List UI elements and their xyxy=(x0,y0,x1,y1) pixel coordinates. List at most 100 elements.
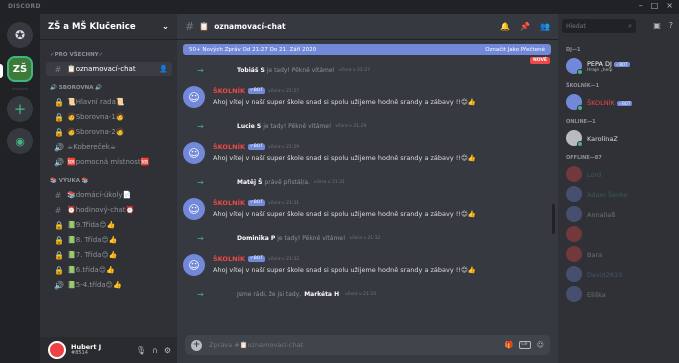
bot-avatar-icon[interactable]: ☺ xyxy=(183,86,205,108)
maximize-icon[interactable]: □ xyxy=(651,1,659,10)
message: ☺ ŠKOLNÍK ✓BOT včera v 21:32 Ahoj vítej v na… xyxy=(177,250,558,282)
channel-item[interactable]: # 📚domácí-úkoly📄 xyxy=(46,188,172,202)
avatar[interactable] xyxy=(566,206,582,222)
system-username[interactable]: Tobiáš S xyxy=(237,67,265,74)
channel-category[interactable]: 🔊 SBOROVNA 🔊 xyxy=(40,77,177,94)
channel-item[interactable]: 🔒 📗7. Třída😊👍 xyxy=(46,248,172,262)
add-member-icon[interactable]: 👤 xyxy=(159,65,168,73)
help-icon[interactable]: ? xyxy=(669,21,673,30)
emoji-icon[interactable]: ☺ xyxy=(537,341,544,349)
mark-read-button[interactable]: Označit Jako Přečtené xyxy=(485,47,545,53)
message: ☺ ŠKOLNÍK ✓BOT včera v 21:31 Ahoj vítej v na… xyxy=(177,194,558,226)
channel-label: 📜Hlavní rada📜 xyxy=(67,98,125,106)
member-name-line: Bara xyxy=(587,250,602,259)
server-header[interactable]: ZŠ a MŠ Klučenice ⌄ xyxy=(40,14,177,40)
server-icon[interactable]: ZŠ xyxy=(7,56,33,82)
member-name-line: Lord xyxy=(587,170,601,179)
guild-sidebar: ✪ ZŠ + ◉ xyxy=(0,14,40,363)
scrollbar[interactable] xyxy=(552,204,555,234)
channel-item[interactable]: 🔒 🧑Sborovna-2🧑 xyxy=(46,125,172,139)
gift-icon[interactable]: 🎁 xyxy=(505,341,514,349)
members-icon[interactable]: 👥 xyxy=(540,22,550,31)
headphones-icon[interactable]: ∩ xyxy=(152,346,158,355)
microphone-icon[interactable]: 🎙 xyxy=(136,346,146,355)
message-author[interactable]: ŠKOLNÍK xyxy=(213,143,245,151)
message-author[interactable]: ŠKOLNÍK xyxy=(213,199,245,207)
message-author[interactable]: ŠKOLNÍK xyxy=(213,87,245,95)
avatar[interactable] xyxy=(566,130,583,147)
channel-item[interactable]: # 📋oznamovací-chat 👤 xyxy=(46,62,172,76)
channel-category[interactable]: 📚 VÝUKA 📚 xyxy=(40,170,177,187)
channel-item[interactable]: 🔊 ☕Kobereček☕ xyxy=(46,140,172,154)
member-item[interactable]: Lord xyxy=(558,164,679,184)
member-info: Bara xyxy=(587,250,602,259)
search-input[interactable]: Hledat ⌕ xyxy=(562,19,636,33)
channel-item[interactable]: 🔒 📗9.Třída😊👍 xyxy=(46,218,172,232)
member-item[interactable]: PEPA DJ ✓BOT Hraje „help xyxy=(558,56,679,76)
message-input[interactable]: Zpráva #📋oznamovací-chat xyxy=(209,341,498,349)
chevron-down-icon[interactable]: ⌄ xyxy=(162,22,169,32)
channel-type-icon: 🔒 xyxy=(54,235,64,245)
member-name-line: Annaliaß xyxy=(587,210,615,219)
member-item[interactable]: Bara xyxy=(558,244,679,264)
member-item[interactable] xyxy=(558,224,679,244)
message-time: včera v 21:31 xyxy=(268,200,300,206)
member-item[interactable]: Eliška xyxy=(558,284,679,304)
avatar[interactable] xyxy=(566,58,583,75)
member-item[interactable]: Annaliaß xyxy=(558,204,679,224)
channel-label: 📗5-4.třída😊👍 xyxy=(67,281,122,289)
avatar[interactable] xyxy=(48,341,66,359)
message-text: Ahoj vítej v naší super škole snad si sp… xyxy=(213,266,476,274)
channel-label: ⏰hodinový-chat⏰ xyxy=(67,206,135,214)
system-username[interactable]: Dominika P xyxy=(237,235,275,242)
message-header: ŠKOLNÍK ✓BOT včera v 21:31 xyxy=(213,194,558,207)
compass-icon[interactable]: ◉ xyxy=(7,128,33,154)
gear-icon[interactable]: ⚙ xyxy=(164,346,171,355)
new-messages-banner[interactable]: 50+ Nových Zpráv Od 21:27 Do 21. Září 20… xyxy=(183,44,551,55)
upload-plus-icon[interactable]: + xyxy=(191,339,202,351)
member-item[interactable]: KarolínaZ xyxy=(558,128,679,148)
close-icon[interactable]: × xyxy=(666,1,673,10)
bot-avatar-icon[interactable]: ☺ xyxy=(183,254,205,276)
new-messages-text: 50+ Nových Zpráv Od 21:27 Do 21. Září 20… xyxy=(189,46,317,53)
bot-avatar-icon[interactable]: ☺ xyxy=(183,142,205,164)
member-name-line: PEPA DJ ✓BOT xyxy=(587,59,630,68)
bot-avatar-icon[interactable]: ☺ xyxy=(183,198,205,220)
avatar[interactable] xyxy=(566,94,583,111)
inbox-icon[interactable]: ▣ xyxy=(653,21,661,30)
avatar[interactable] xyxy=(566,246,582,262)
avatar[interactable] xyxy=(566,166,582,182)
member-item[interactable]: Adam Šenko xyxy=(558,184,679,204)
avatar[interactable] xyxy=(566,226,582,242)
avatar[interactable] xyxy=(566,186,582,202)
member-name-line: Eliška xyxy=(587,290,606,299)
member-group-label: OFFLINE—87 xyxy=(566,155,602,161)
channel-item[interactable]: # ⏰hodinový-chat⏰ xyxy=(46,203,172,217)
system-message: → Tobiáš Sje tady! Pěkně vítáme! včera v 2… xyxy=(177,58,558,82)
minimize-icon[interactable]: – xyxy=(639,1,643,10)
avatar[interactable] xyxy=(566,266,582,282)
member-name: Adam Šenko xyxy=(587,190,628,199)
channel-item[interactable]: 🔒 🧑Sborovna-1🧑 xyxy=(46,110,172,124)
channel-item[interactable]: 🔊 📗5-4.třída😊👍 xyxy=(46,278,172,292)
discord-home-icon[interactable]: ✪ xyxy=(7,22,33,48)
system-username[interactable]: Matěj Š xyxy=(237,179,262,186)
member-item[interactable]: ŠKOLNÍK ✓BOT xyxy=(558,92,679,112)
bell-icon[interactable]: 🔔 xyxy=(500,22,510,31)
add-server-icon[interactable]: + xyxy=(7,96,33,122)
channel-item[interactable]: 🔒 📗8. Třída😊👍 xyxy=(46,233,172,247)
message-text: Ahoj vítej v naší super škole snad si sp… xyxy=(213,210,476,218)
channel-item[interactable]: 🔒 📜Hlavní rada📜 xyxy=(46,95,172,109)
system-username[interactable]: Lucie S xyxy=(237,123,261,130)
gif-icon[interactable]: GIF xyxy=(519,341,531,349)
message-composer[interactable]: + Zpráva #📋oznamovací-chat 🎁 GIF ☺ xyxy=(185,335,550,355)
avatar[interactable] xyxy=(566,286,582,302)
message-author[interactable]: ŠKOLNÍK xyxy=(213,255,245,263)
channel-item[interactable]: 🔒 📗6.třída😊👍 xyxy=(46,263,172,277)
message: ☺ ŠKOLNÍK ✓BOT včera v 21:29 Ahoj vítej v na… xyxy=(177,138,558,170)
member-item[interactable]: David2810 xyxy=(558,264,679,284)
pin-icon[interactable]: 📌 xyxy=(520,22,530,31)
channel-item[interactable]: 🔊 🆘pomocná místnost🆘 xyxy=(46,155,172,169)
channel-category[interactable]: ✓PRO VŠECHNY✓ xyxy=(40,44,177,61)
system-username[interactable]: Markéta H xyxy=(304,291,339,298)
